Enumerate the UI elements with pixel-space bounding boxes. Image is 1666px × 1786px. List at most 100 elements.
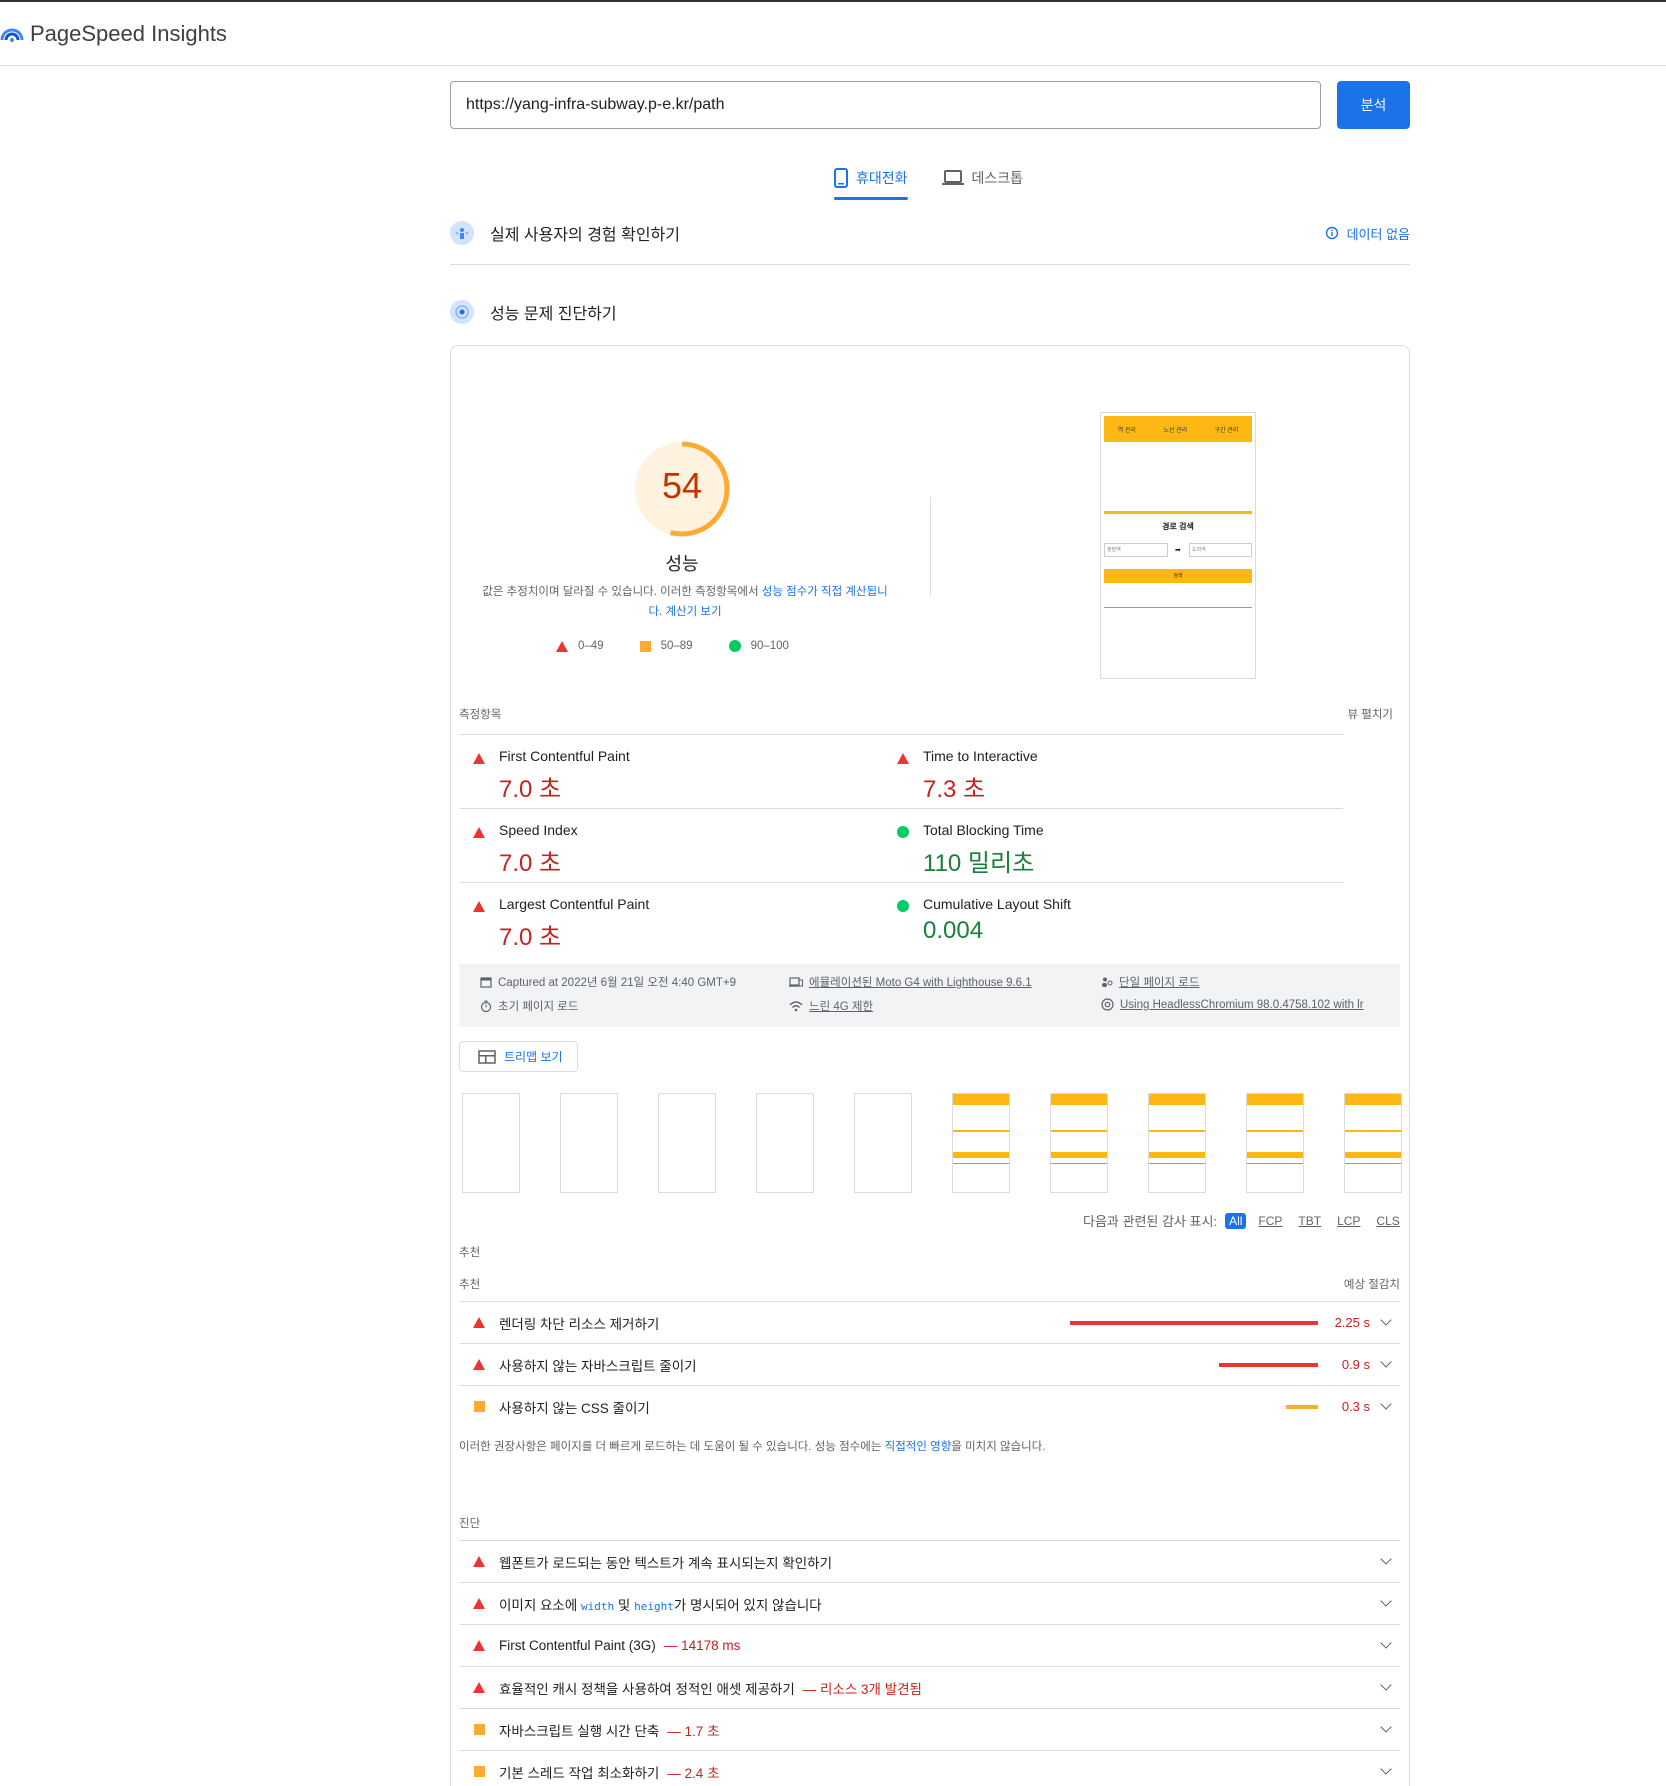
no-data-link[interactable]: 데이터 없음 [1325,224,1410,243]
diagnostic-detail: — 1.7 초 [667,1723,720,1739]
fail-triangle-icon [556,640,568,652]
tab-desktop-label: 데스크톱 [971,170,1024,186]
metric-status [473,751,485,767]
frame-yellow-band [1345,1152,1401,1158]
brand-title[interactable]: PageSpeed Insights [30,21,227,47]
score-calc-link[interactable]: 성능 점수가 직접 계산됩니 [762,586,888,598]
diagnostic-row[interactable]: 자바스크립트 실행 시간 단축 — 1.7 초 [459,1708,1400,1750]
savings-value: 0.9 s [1341,1357,1370,1372]
metric-value: 7.0 초 [499,924,562,951]
env-throttle-text: 느린 4G 제한 [809,1001,874,1013]
opportunities-header: 추천 예상 절감치 [459,1276,1400,1292]
diagnostic-status [459,1640,499,1651]
score-value: 54 [661,465,703,506]
screenshot-search-button: 검색 [1104,569,1252,583]
fail-triangle-icon [473,1556,485,1567]
frame-yellow-band [1051,1163,1107,1164]
metric-status [897,899,909,915]
diagnostic-row[interactable]: 기본 스레드 작업 최소화하기 — 2.4 초 [459,1750,1400,1786]
diagnostic-row[interactable]: 효율적인 캐시 정책을 사용하여 정적인 애셋 제공하기 — 리소스 3개 발견됨 [459,1666,1400,1708]
opportunity-row[interactable]: 렌더링 차단 리소스 제거하기 2.25 s [459,1301,1400,1343]
diagnostic-text: 기본 스레드 작업 최소화하기 [499,1765,660,1781]
diagnostic-status [459,1556,499,1567]
diagnostic-row[interactable]: 이미지 요소에 width 및 height가 명시되어 있지 않습니다 [459,1582,1400,1624]
calculator-link[interactable]: 계산기 보기 [665,606,721,618]
tab-mobile[interactable]: 휴대전화 [834,160,908,200]
env-throttle[interactable]: 느린 4G 제한 [789,998,873,1014]
diagnostic-row[interactable]: First Contentful Paint (3G) — 14178 ms [459,1624,1400,1666]
frame-yellow-band [1247,1130,1303,1132]
frame-yellow-band [1345,1094,1401,1105]
screenshot-from: 출발역 [1104,543,1168,557]
metric-value: 7.3 초 [923,776,986,803]
chevron-down-icon[interactable] [1380,1721,1392,1733]
chevron-down-icon[interactable] [1380,1398,1392,1410]
frame-yellow-band [1345,1163,1401,1164]
env-initial-load: 초기 페이지 로드 [480,998,578,1014]
treemap-button[interactable]: 트리맵 보기 [459,1041,578,1072]
env-single-load[interactable]: 단일 페이지 로드 [1101,974,1199,990]
opportunity-row[interactable]: 사용하지 않는 CSS 줄이기 0.3 s [459,1385,1400,1427]
diagnostic-label: First Contentful Paint (3G) — 14178 ms [499,1638,740,1653]
diagnostic-detail: — 2.4 초 [667,1765,720,1781]
diagnostic-status [459,1766,499,1777]
filter-chip-tbt[interactable]: TBT [1294,1213,1325,1229]
diagnostic-status [459,1724,499,1735]
chevron-down-icon[interactable] [1380,1314,1392,1326]
diagnostic-text: 자바스크립트 실행 시간 단축 [499,1723,660,1739]
diagnostic-label: 자바스크립트 실행 시간 단축 — 1.7 초 [499,1720,720,1740]
people-icon [1102,977,1113,987]
chevron-down-icon[interactable] [1380,1679,1392,1691]
screenshot-heading: 경로 검색 [1162,522,1194,531]
score-legend: 0–49 50–89 90–100 [556,640,789,652]
metric-value: 7.0 초 [499,776,562,803]
timer-icon [480,1000,492,1012]
url-input[interactable]: https://yang-infra-subway.p-e.kr/path [450,81,1321,129]
diagnostic-text: First Contentful Paint (3G) [499,1638,656,1653]
frame-yellow-band [1247,1163,1303,1164]
opportunities-header-right: 예상 절감치 [1343,1279,1400,1291]
chevron-down-icon[interactable] [1380,1356,1392,1368]
score-calc-link-cont[interactable]: 다 [648,606,659,618]
filter-chip-lcp[interactable]: LCP [1333,1213,1364,1229]
metric-status [473,825,485,841]
device-tabs: 휴대전화 데스크톱 [834,160,1024,200]
performance-score-gauge: 54 [630,437,734,541]
chevron-down-icon[interactable] [1380,1595,1392,1607]
filter-chip-cls[interactable]: CLS [1372,1213,1403,1229]
score-note: 값은 추정치이며 달라질 수 있습니다. 이러한 측정항목에서 성능 점수가 직… [475,582,895,622]
chevron-down-icon[interactable] [1380,1763,1392,1775]
savings-bar [1070,1321,1318,1325]
diagnose-section: 성능 문제 진단하기 [450,300,1410,324]
chevron-down-icon[interactable] [1380,1553,1392,1565]
diagnostic-detail: — 14178 ms [663,1638,741,1653]
metric-name: Speed Index [499,822,578,838]
metric-value: 110 밀리초 [923,850,1035,877]
frame-yellow-band [1345,1130,1401,1132]
average-square-icon [639,640,651,652]
screenshot-arrow-icon: ➡ [1175,547,1181,554]
field-data-section: 실제 사용자의 경험 확인하기 데이터 없음 [450,221,1410,245]
metric-name: Total Blocking Time [923,822,1044,838]
average-square-icon [473,1401,485,1412]
expand-view-toggle[interactable]: 뷰 펼치기 [1347,706,1393,722]
opportunity-label: 사용하지 않는 자바스크립트 줄이기 [499,1358,697,1374]
filmstrip-frame [952,1093,1010,1193]
metric-name: First Contentful Paint [499,748,630,764]
lab-target-icon [450,300,474,324]
env-device[interactable]: 에뮬레이션된 Moto G4 with Lighthouse 9.6.1 [789,974,1032,990]
env-browser[interactable]: Using HeadlessChromium 98.0.4758.102 wit… [1101,998,1364,1011]
pass-circle-icon [897,826,909,838]
opportunity-status [459,1401,499,1412]
direct-impact-link[interactable]: 직접적인 영향 [885,1441,952,1453]
diagnostic-row[interactable]: 웹폰트가 로드되는 동안 텍스트가 계속 표시되는지 확인하기 [459,1540,1400,1582]
legend-pass-range: 90–100 [750,640,789,652]
analyze-button[interactable]: 분석 [1337,81,1410,129]
legend-average: 50–89 [639,640,693,652]
filter-chip-fcp[interactable]: FCP [1254,1213,1286,1229]
env-captured: Captured at 2022년 6월 21일 오전 4:40 GMT+9 [480,974,736,990]
filter-chip-all[interactable]: All [1225,1212,1247,1229]
opportunity-row[interactable]: 사용하지 않는 자바스크립트 줄이기 0.9 s [459,1343,1400,1385]
chevron-down-icon[interactable] [1380,1637,1392,1649]
tab-desktop[interactable]: 데스크톱 [941,160,1024,196]
